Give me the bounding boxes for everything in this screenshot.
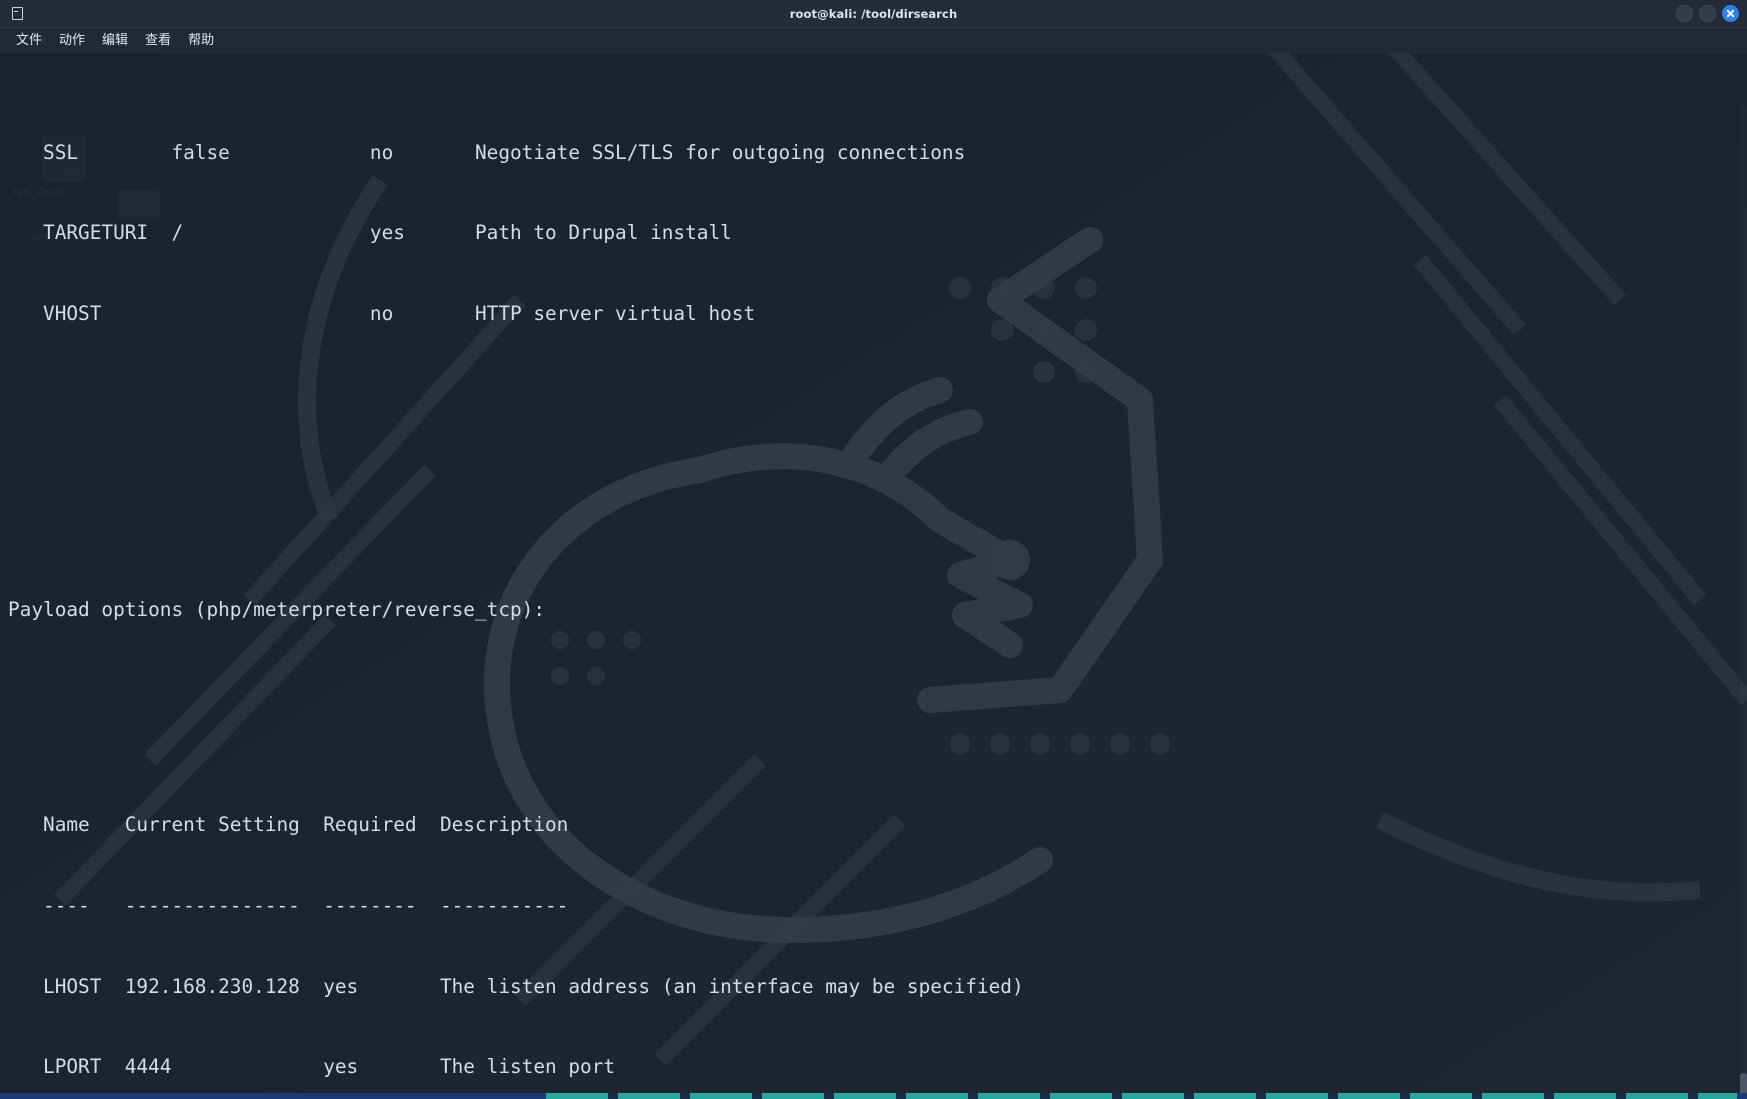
terminal-line-targeturi: TARGETURI / yes Path to Drupal install <box>8 221 732 245</box>
maximize-button[interactable] <box>1699 5 1716 22</box>
payload-options-columns: Name Current Setting Required Descriptio… <box>8 813 569 837</box>
menu-file[interactable]: 文件 <box>10 32 48 49</box>
terminal-scrollbar[interactable] <box>1740 106 1747 1099</box>
taskbar-segment-dashes <box>546 1093 1737 1099</box>
payload-options-row-lport: LPORT 4444 yes The listen port <box>8 1055 616 1079</box>
payload-options-title: Payload options (php/meterpreter/reverse… <box>8 598 546 622</box>
payload-options-rules: ---- --------------- -------- ----------… <box>8 893 569 917</box>
terminal-icon <box>6 3 28 25</box>
payload-options-row-lhost: LHOST 192.168.230.128 yes The listen add… <box>8 974 1024 998</box>
menu-edit[interactable]: 编辑 <box>96 32 134 49</box>
taskbar-segment-left <box>0 1093 546 1099</box>
close-icon <box>1726 9 1735 18</box>
menu-actions[interactable]: 动作 <box>53 32 91 49</box>
minimize-button[interactable] <box>1676 5 1693 22</box>
taskbar-strip <box>0 1093 1747 1099</box>
terminal-line-blank-3 <box>8 705 1747 732</box>
menu-help[interactable]: 帮助 <box>182 32 220 49</box>
terminal-line-ssl: SSL false no Negotiate SSL/TLS for outgo… <box>8 140 966 164</box>
terminal-line-vhost: VHOST no HTTP server virtual host <box>8 302 756 326</box>
menu-bar: 文件 动作 编辑 查看 帮助 <box>0 28 1747 53</box>
window-controls <box>1676 5 1747 22</box>
window-title: root@kali: /tool/dirsearch <box>789 6 958 21</box>
desktop-root: lab_Grub... am23.ovpn root@kali: /tool/d… <box>0 0 1747 1099</box>
terminal-line-blank-1 <box>8 409 1747 436</box>
terminal-output: SSL false no Negotiate SSL/TLS for outgo… <box>0 59 1747 1099</box>
close-button[interactable] <box>1722 5 1739 22</box>
menu-view[interactable]: 查看 <box>139 32 177 49</box>
taskbar-segment-right <box>1737 1093 1747 1099</box>
terminal-panel[interactable]: SSL false no Negotiate SSL/TLS for outgo… <box>0 53 1747 1099</box>
window-titlebar[interactable]: root@kali: /tool/dirsearch <box>0 0 1747 28</box>
terminal-line-blank-2 <box>8 489 1747 516</box>
